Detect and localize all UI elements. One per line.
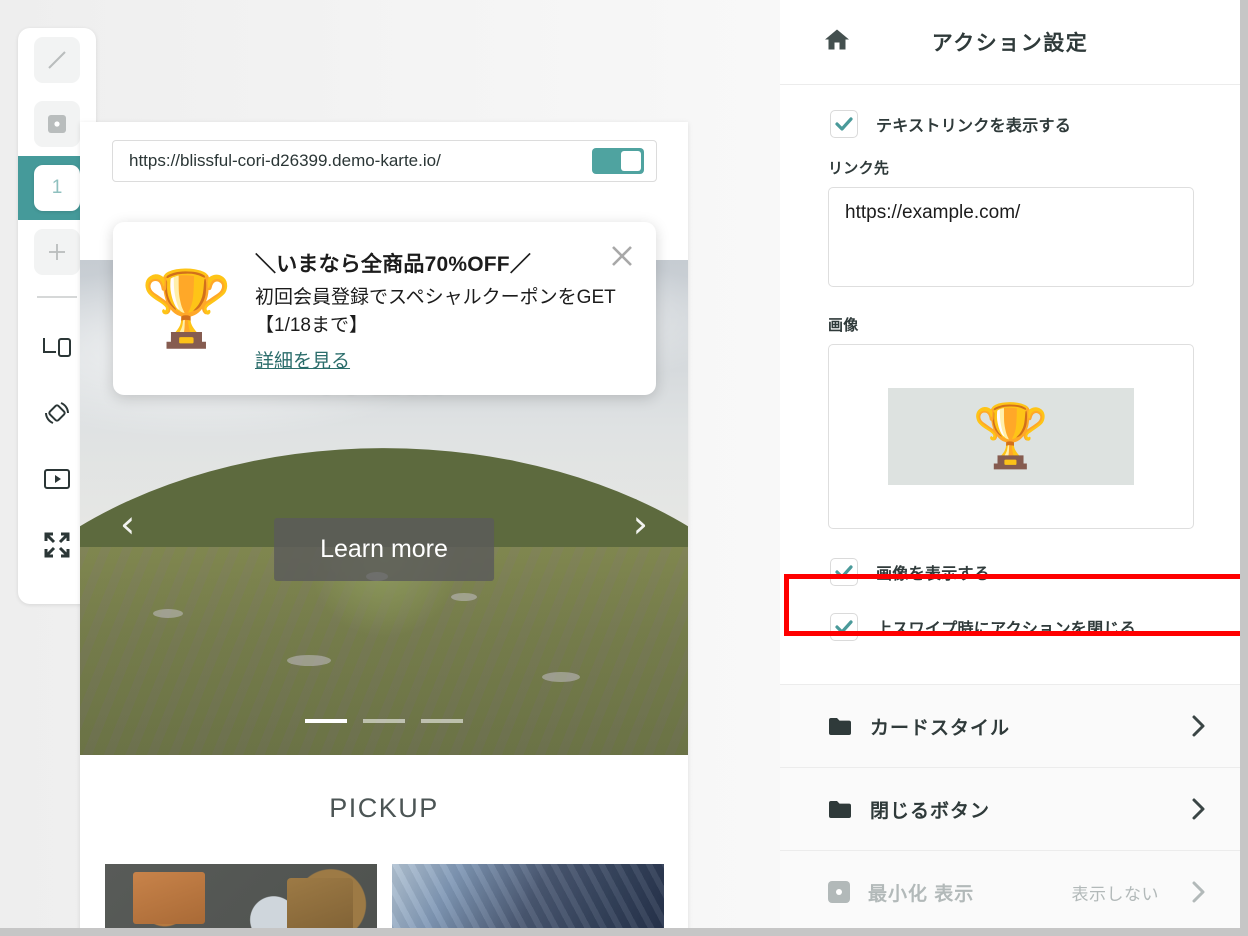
checkbox-close-on-swipe[interactable] xyxy=(830,613,858,641)
square-dot-icon xyxy=(34,101,80,147)
folder-icon xyxy=(828,800,852,819)
link-field-block: リンク先 xyxy=(780,149,1240,292)
toggle-knob xyxy=(621,151,641,171)
popup-detail-link[interactable]: 詳細を見る xyxy=(255,346,350,373)
pickup-grid xyxy=(105,864,664,936)
nav-label-close-button: 閉じるボタン xyxy=(870,800,991,822)
ground-speck xyxy=(286,655,331,667)
image-thumbnail: 🏆 xyxy=(888,388,1134,485)
home-icon[interactable] xyxy=(824,28,850,57)
settings-panel-scroll: アクション設定 テキストリンクを表示する リンク先 画像 🏆 xyxy=(780,0,1240,936)
step-number-label: 1 xyxy=(51,177,63,198)
chevron-right-icon xyxy=(1191,714,1206,738)
chevron-right-icon xyxy=(1191,880,1206,904)
checkbox-label-close-on-swipe: 上スワイプ時にアクションを閉じる xyxy=(876,621,1137,638)
pickup-card[interactable] xyxy=(392,864,664,936)
checkbox-label-show-image: 画像を表示する xyxy=(876,566,991,583)
plus-icon xyxy=(34,229,80,275)
url-toggle[interactable] xyxy=(592,148,644,174)
toolbar-divider xyxy=(37,296,77,298)
image-field-label: 画像 xyxy=(828,317,859,334)
square-dot-icon xyxy=(828,881,850,903)
url-bar[interactable]: https://blissful-cori-d26399.demo-karte.… xyxy=(112,140,657,182)
panel-header: アクション設定 xyxy=(780,0,1240,85)
checkbox-row-close-on-swipe[interactable]: 上スワイプ時にアクションを閉じる xyxy=(780,597,1240,657)
checkbox-text-link[interactable] xyxy=(830,110,858,138)
popup-body-line2: 【1/18まで】 xyxy=(255,314,368,336)
settings-panel: アクション設定 テキストリンクを表示する リンク先 画像 🏆 xyxy=(780,0,1248,936)
ground-speck xyxy=(450,592,477,601)
carousel-indicators xyxy=(80,719,688,723)
nav-label-minimize-display: 最小化 表示 xyxy=(868,883,975,905)
nav-row-minimize-display[interactable]: 最小化 表示 表示しない xyxy=(780,851,1240,934)
image-field-block: 画像 🏆 xyxy=(780,292,1240,529)
carousel-dot[interactable] xyxy=(305,719,347,723)
link-url-input[interactable] xyxy=(828,187,1194,287)
nav-row-card-style[interactable]: カードスタイル xyxy=(780,685,1240,768)
link-field-label: リンク先 xyxy=(828,160,890,177)
chevron-right-icon[interactable]: › xyxy=(633,505,648,543)
pickup-section: PICKUP xyxy=(80,755,688,936)
rotate-icon xyxy=(42,398,72,433)
url-text: https://blissful-cori-d26399.demo-karte.… xyxy=(129,151,441,170)
chevron-left-icon[interactable]: ‹ xyxy=(120,505,135,543)
panel-divider-gap xyxy=(780,657,1240,685)
checkbox-row-show-image[interactable]: 画像を表示する xyxy=(780,547,1240,597)
close-icon[interactable] xyxy=(608,242,636,270)
nav-label-card-style: カードスタイル xyxy=(870,717,1011,739)
device-switch-icon xyxy=(42,334,72,365)
popup-headline: ＼いまなら全商品70%OFF／ xyxy=(255,253,532,276)
trophy-icon: 🏆 xyxy=(140,266,234,350)
square-dot-glyph xyxy=(828,881,850,903)
carousel-dot[interactable] xyxy=(363,719,405,723)
nav-value-minimize-display: 表示しない xyxy=(1071,884,1159,904)
folder-icon xyxy=(828,717,852,736)
action-settings-section: テキストリンクを表示する リンク先 画像 🏆 画像を表示する xyxy=(780,99,1240,657)
pickup-card[interactable] xyxy=(105,864,377,936)
ground-speck xyxy=(542,671,581,682)
diagonal-line-icon xyxy=(34,37,80,83)
site-preview: https://blissful-cori-d26399.demo-karte.… xyxy=(80,122,688,936)
ground-speck xyxy=(152,609,183,619)
preview-area: 1 https://blissful-cori-d26399.demo-kart… xyxy=(0,0,780,936)
expand-arrows-icon xyxy=(43,531,71,564)
pickup-title: PICKUP xyxy=(329,793,439,823)
checkbox-show-image[interactable] xyxy=(830,558,858,586)
action-popup-card: 🏆 ＼いまなら全商品70%OFF／ 初回会員登録でスペシャルクーポンをGET 【… xyxy=(113,222,656,396)
horizontal-scrollbar[interactable] xyxy=(0,928,1248,936)
chevron-right-icon xyxy=(1191,797,1206,821)
square-dot-center xyxy=(836,889,842,895)
nav-row-close-button[interactable]: 閉じるボタン xyxy=(780,768,1240,851)
checkbox-label-text-link: テキストリンクを表示する xyxy=(876,118,1072,135)
popup-body: ＼いまなら全商品70%OFF／ 初回会員登録でスペシャルクーポンをGET 【1/… xyxy=(255,244,636,373)
play-box-icon xyxy=(42,467,72,496)
app-root: 1 https://blissful-cori-d26399.demo-kart… xyxy=(0,0,1248,936)
step-number-box: 1 xyxy=(34,165,80,211)
checkbox-row-text-link[interactable]: テキストリンクを表示する xyxy=(780,99,1240,149)
popup-body-line1: 初回会員登録でスペシャルクーポンをGET xyxy=(255,287,616,308)
toolbar-item-line-tool[interactable] xyxy=(18,28,96,92)
hero-cta-button[interactable]: Learn more xyxy=(274,518,494,581)
vertical-scrollbar[interactable] xyxy=(1240,0,1248,936)
carousel-dot[interactable] xyxy=(421,719,463,723)
image-dropzone[interactable]: 🏆 xyxy=(828,344,1194,529)
